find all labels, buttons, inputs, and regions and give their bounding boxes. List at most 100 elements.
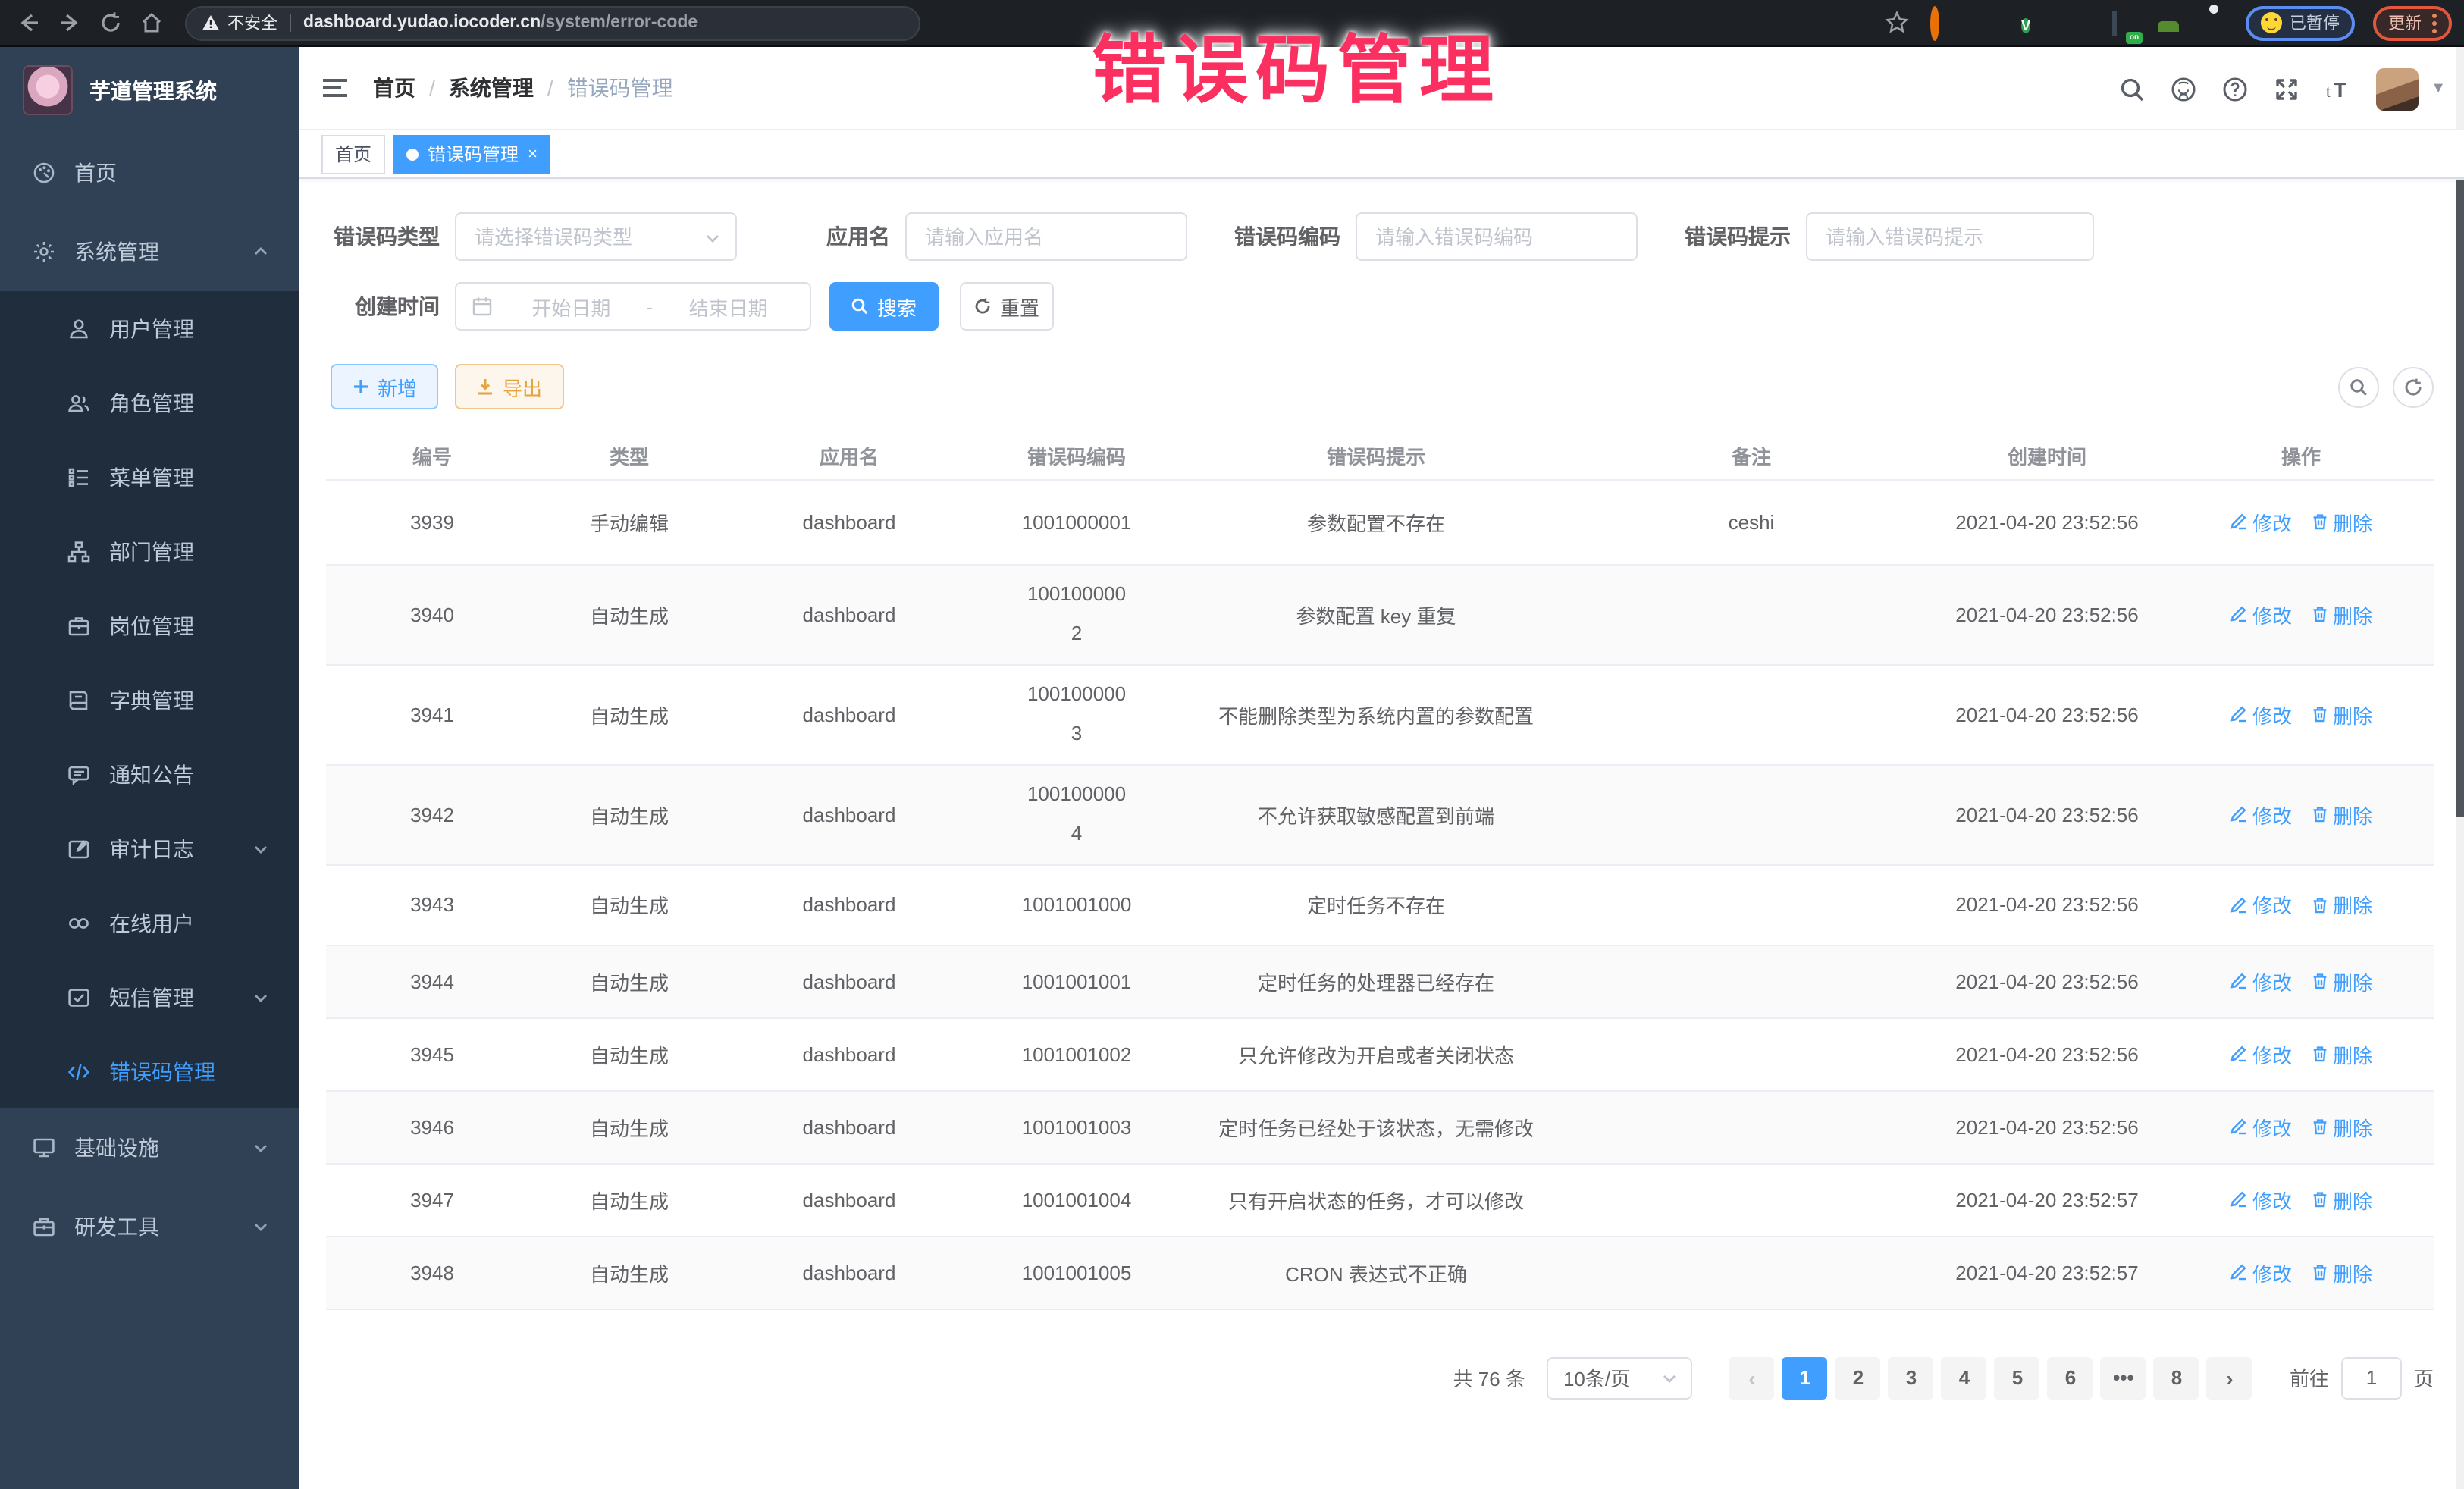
page-button-1[interactable]: 1 bbox=[1782, 1356, 1828, 1399]
add-button[interactable]: 新增 bbox=[331, 364, 438, 409]
forward-icon[interactable] bbox=[58, 11, 82, 35]
error-type-select-input[interactable] bbox=[456, 214, 735, 259]
help-icon[interactable] bbox=[2221, 75, 2249, 102]
edit-link[interactable]: 修改 bbox=[2230, 890, 2292, 919]
home-icon[interactable] bbox=[140, 11, 164, 35]
page-ellipsis-button[interactable]: ••• bbox=[2101, 1356, 2146, 1399]
sidebar-item-岗位管理[interactable]: 岗位管理 bbox=[0, 588, 299, 663]
scrollbar-track[interactable] bbox=[2456, 47, 2464, 1489]
address-bar[interactable]: 不安全 dashboard.yudao.iocoder.cn/system/er… bbox=[185, 5, 920, 40]
sidebar-item-用户管理[interactable]: 用户管理 bbox=[0, 291, 299, 365]
delete-link[interactable]: 删除 bbox=[2310, 1039, 2372, 1068]
sidebar-menu: 首页系统管理用户管理角色管理菜单管理部门管理岗位管理字典管理通知公告审计日志在线… bbox=[0, 133, 299, 1266]
toggle-search-icon-button[interactable] bbox=[2338, 366, 2379, 407]
page-button-2[interactable]: 2 bbox=[1835, 1356, 1881, 1399]
sidebar-item-首页[interactable]: 首页 bbox=[0, 133, 299, 212]
page-button-5[interactable]: 5 bbox=[1995, 1356, 2040, 1399]
sidebar-item-label: 首页 bbox=[74, 158, 117, 188]
delete-link[interactable]: 删除 bbox=[2310, 800, 2372, 829]
delete-link[interactable]: 删除 bbox=[2310, 507, 2372, 536]
font-size-icon[interactable]: tT bbox=[2324, 75, 2352, 102]
fullscreen-icon[interactable] bbox=[2273, 75, 2300, 102]
edit-link[interactable]: 修改 bbox=[2230, 600, 2292, 629]
delete-link[interactable]: 删除 bbox=[2310, 890, 2372, 919]
export-button[interactable]: 导出 bbox=[455, 364, 564, 409]
delete-link[interactable]: 删除 bbox=[2310, 967, 2372, 995]
sidebar-item-通知公告[interactable]: 通知公告 bbox=[0, 737, 299, 811]
sidebar-item-菜单管理[interactable]: 菜单管理 bbox=[0, 440, 299, 514]
edit-link[interactable]: 修改 bbox=[2230, 1185, 2292, 1214]
edit-link[interactable]: 修改 bbox=[2230, 1039, 2292, 1068]
sidebar-item-字典管理[interactable]: 字典管理 bbox=[0, 663, 299, 737]
reload-icon[interactable] bbox=[99, 11, 123, 35]
page-button-3[interactable]: 3 bbox=[1889, 1356, 1934, 1399]
bookmark-star-icon[interactable] bbox=[1885, 11, 1909, 35]
edit-link[interactable]: 修改 bbox=[2230, 967, 2292, 995]
edit-link[interactable]: 修改 bbox=[2230, 800, 2292, 829]
prev-page-button[interactable]: ‹ bbox=[1729, 1356, 1775, 1399]
error-code-input[interactable] bbox=[1357, 214, 1636, 259]
sidebar-item-基础设施[interactable]: 基础设施 bbox=[0, 1108, 299, 1187]
github-icon[interactable] bbox=[2170, 75, 2197, 102]
delete-link[interactable]: 删除 bbox=[2310, 700, 2372, 729]
sidebar-item-短信管理[interactable]: 短信管理 bbox=[0, 960, 299, 1034]
refresh-table-icon-button[interactable] bbox=[2393, 366, 2434, 407]
edit-link[interactable]: 修改 bbox=[2230, 507, 2292, 536]
breadcrumb-item-系统管理[interactable]: 系统管理 bbox=[449, 73, 534, 103]
avatar-caret-down-icon[interactable]: ▼ bbox=[2431, 80, 2446, 97]
date-range-picker[interactable]: 开始日期 - 结束日期 bbox=[455, 282, 811, 331]
date-separator: - bbox=[647, 295, 654, 318]
sidebar-item-部门管理[interactable]: 部门管理 bbox=[0, 514, 299, 588]
page-button-8[interactable]: 8 bbox=[2154, 1356, 2199, 1399]
cell-remark bbox=[1577, 1236, 1926, 1309]
page-size-select[interactable]: 10条/页 bbox=[1547, 1356, 1692, 1399]
user-avatar[interactable] bbox=[2376, 67, 2419, 110]
error-msg-input[interactable] bbox=[1807, 214, 2093, 259]
extension-gem-icon[interactable] bbox=[1976, 11, 2000, 35]
edit-link[interactable]: 修改 bbox=[2230, 1258, 2292, 1287]
sidebar-item-角色管理[interactable]: 角色管理 bbox=[0, 365, 299, 440]
extension-squares-icon[interactable] bbox=[2067, 11, 2091, 35]
cell-remark bbox=[1577, 1017, 1926, 1090]
browser-update-button[interactable]: 更新 bbox=[2373, 5, 2452, 40]
scrollbar-thumb[interactable] bbox=[2456, 180, 2464, 817]
app-name-input[interactable] bbox=[907, 214, 1186, 259]
search-icon[interactable] bbox=[2118, 75, 2146, 102]
extension-orange-icon[interactable] bbox=[1930, 11, 1955, 35]
audit-log-icon bbox=[67, 836, 91, 860]
back-icon[interactable] bbox=[17, 11, 41, 35]
url-host: dashboard.yudao.iocoder.cn bbox=[303, 14, 541, 32]
cell-code: 1001000002 bbox=[978, 564, 1175, 664]
delete-link[interactable]: 删除 bbox=[2310, 1185, 2372, 1214]
goto-page-input[interactable] bbox=[2341, 1356, 2402, 1399]
tab-错误码管理[interactable]: 错误码管理× bbox=[393, 134, 551, 174]
extensions-puzzle-icon[interactable] bbox=[2203, 11, 2227, 35]
edit-link[interactable]: 修改 bbox=[2230, 1112, 2292, 1141]
hamburger-icon[interactable] bbox=[321, 77, 349, 99]
page-button-4[interactable]: 4 bbox=[1942, 1356, 1987, 1399]
sidebar-logo-row[interactable]: 芋道管理系统 bbox=[0, 47, 299, 133]
close-tab-icon[interactable]: × bbox=[528, 145, 538, 163]
error-type-select[interactable] bbox=[455, 212, 737, 261]
delete-link[interactable]: 删除 bbox=[2310, 1112, 2372, 1141]
reset-button[interactable]: 重置 bbox=[960, 282, 1054, 331]
sidebar-item-系统管理[interactable]: 系统管理 bbox=[0, 212, 299, 291]
sidebar-item-错误码管理[interactable]: 错误码管理 bbox=[0, 1034, 299, 1108]
next-page-button[interactable]: › bbox=[2207, 1356, 2252, 1399]
sidebar-item-审计日志[interactable]: 审计日志 bbox=[0, 811, 299, 886]
extension-tampermonkey-icon[interactable]: on bbox=[2112, 11, 2136, 35]
breadcrumb-item-首页[interactable]: 首页 bbox=[373, 73, 415, 103]
sidebar-item-在线用户[interactable]: 在线用户 bbox=[0, 886, 299, 960]
cell-type: 自动生成 bbox=[538, 945, 720, 1017]
extension-person-icon[interactable] bbox=[2158, 11, 2182, 35]
delete-link[interactable]: 删除 bbox=[2310, 600, 2372, 629]
page-button-6[interactable]: 6 bbox=[2048, 1356, 2093, 1399]
delete-link[interactable]: 删除 bbox=[2310, 1258, 2372, 1287]
browser-menu-dots-icon[interactable] bbox=[2432, 13, 2437, 33]
search-button[interactable]: 搜索 bbox=[829, 282, 939, 331]
tab-首页[interactable]: 首页 bbox=[321, 134, 385, 174]
profile-paused-badge[interactable]: 已暂停 bbox=[2246, 5, 2355, 40]
sidebar-item-研发工具[interactable]: 研发工具 bbox=[0, 1187, 299, 1266]
extension-green-v-icon[interactable]: V bbox=[2021, 11, 2045, 35]
edit-link[interactable]: 修改 bbox=[2230, 700, 2292, 729]
